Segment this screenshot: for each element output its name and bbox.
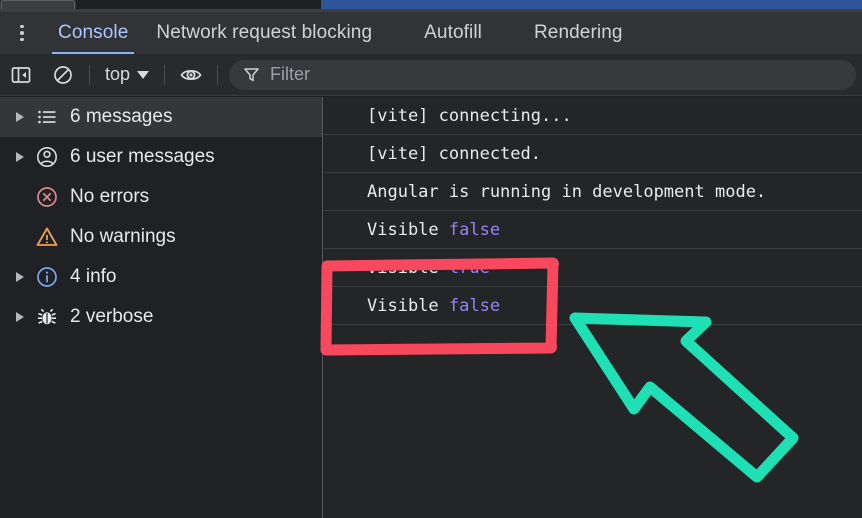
chevron-down-icon	[137, 70, 150, 79]
sidebar-item-verbose[interactable]: 2 verbose	[0, 297, 322, 337]
console-message-row[interactable]: Visible false	[324, 287, 862, 325]
console-message-boolean: false	[448, 295, 501, 316]
console-message-text: [vite] connecting...	[367, 105, 572, 126]
bug-icon	[34, 304, 60, 330]
console-message-text: Visible	[367, 295, 449, 316]
browser-tab-stub[interactable]	[1, 0, 75, 9]
console-message-row[interactable]: Visible true	[324, 249, 862, 287]
tab-console[interactable]: Console	[44, 12, 142, 54]
tab-rendering[interactable]: Rendering	[520, 12, 637, 54]
eye-icon[interactable]	[170, 54, 212, 96]
console-toolbar: top Filter	[0, 54, 862, 96]
expand-triangle-icon[interactable]	[16, 112, 24, 122]
console-message-row[interactable]: Angular is running in development mode.	[324, 173, 862, 211]
devtools-window: Console Network request blocking Autofil…	[0, 0, 862, 518]
browser-chrome-blue-area	[321, 0, 862, 9]
expand-triangle-icon[interactable]	[16, 312, 24, 322]
console-message-text: Angular is running in development mode.	[367, 181, 767, 202]
expand-triangle-icon[interactable]	[16, 272, 24, 282]
toolbar-divider-2	[164, 64, 166, 85]
sidebar-item-messages[interactable]: 6 messages	[0, 97, 322, 137]
browser-chrome-dark-area	[76, 0, 321, 9]
console-sidebar: 6 messages 6 user messages No errors No …	[0, 97, 323, 518]
expand-triangle-placeholder	[16, 232, 24, 242]
filter-funnel-icon	[244, 68, 259, 82]
devtools-tabbar: Console Network request blocking Autofil…	[0, 12, 862, 54]
expand-triangle-placeholder	[16, 192, 24, 202]
expand-triangle-icon[interactable]	[16, 152, 24, 162]
tab-network-request-blocking[interactable]: Network request blocking	[142, 12, 386, 54]
sidebar-item-errors-label: No errors	[70, 186, 150, 207]
context-selector-value: top	[105, 64, 131, 84]
sidebar-item-warnings-label: No warnings	[70, 226, 176, 247]
console-message-text: Visible	[367, 219, 449, 240]
console-message-boolean: false	[448, 219, 501, 240]
list-icon	[34, 104, 60, 130]
sidebar-item-info-label: 4 info	[70, 266, 117, 287]
toolbar-divider-3	[217, 64, 219, 85]
info-icon	[34, 264, 60, 290]
sidebar-item-user-messages[interactable]: 6 user messages	[0, 137, 322, 177]
filter-placeholder: Filter	[270, 64, 311, 84]
tab-network-request-blocking-label: Network request blocking	[156, 22, 373, 43]
user-icon	[34, 144, 60, 170]
sidebar-item-warnings[interactable]: No warnings	[0, 217, 322, 257]
toolbar-divider-1	[89, 64, 90, 85]
sidebar-item-errors[interactable]: No errors	[0, 177, 322, 217]
context-selector[interactable]: top	[95, 60, 159, 90]
warning-icon	[34, 224, 60, 250]
console-message-list[interactable]: [vite] connecting... [vite] connected. A…	[324, 97, 862, 518]
console-message-row[interactable]: Visible false	[324, 211, 862, 249]
tab-rendering-label: Rendering	[533, 22, 623, 43]
sidebar-panel-icon[interactable]	[0, 54, 42, 96]
sidebar-item-user-messages-label: 6 user messages	[70, 146, 215, 167]
clear-console-icon[interactable]	[42, 54, 84, 96]
tab-console-label: Console	[58, 22, 129, 43]
sidebar-item-messages-label: 6 messages	[70, 106, 173, 127]
tab-autofill[interactable]: Autofill	[410, 12, 496, 54]
kebab-menu-icon[interactable]	[0, 12, 44, 54]
tab-autofill-label: Autofill	[424, 22, 482, 43]
console-message-row[interactable]: [vite] connected.	[324, 135, 862, 173]
sidebar-item-verbose-label: 2 verbose	[70, 306, 154, 327]
console-message-boolean: true	[448, 257, 490, 278]
error-icon	[34, 184, 60, 210]
console-message-text: [vite] connected.	[367, 143, 541, 164]
sidebar-item-info[interactable]: 4 info	[0, 257, 322, 297]
console-message-row[interactable]: [vite] connecting...	[324, 97, 862, 135]
filter-input[interactable]: Filter	[229, 59, 856, 90]
console-message-text: Visible	[367, 257, 449, 278]
